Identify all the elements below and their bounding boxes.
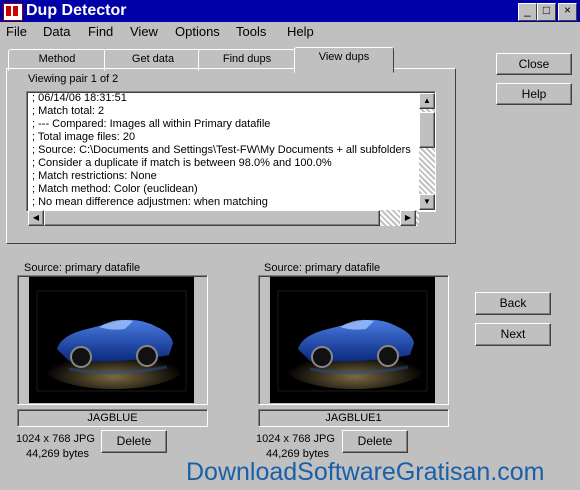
- log-line: ; Match restrictions: None: [32, 170, 157, 182]
- help-button[interactable]: Help: [496, 83, 572, 105]
- log-line: ; Match method: Color (euclidean): [32, 183, 198, 195]
- close-button[interactable]: Close: [496, 53, 572, 75]
- menu-help[interactable]: Help: [287, 24, 314, 39]
- next-button[interactable]: Next: [475, 323, 551, 346]
- tab-view-dups[interactable]: View dups: [294, 47, 394, 73]
- log-line: ; 06/14/06 18:31:51: [32, 92, 127, 104]
- minimize-button[interactable]: _: [518, 3, 537, 21]
- left-delete-button[interactable]: Delete: [101, 430, 167, 453]
- log-line: ; Source: C:\Documents and Settings\Test…: [32, 144, 411, 156]
- back-button[interactable]: Back: [475, 292, 551, 315]
- log-line: ; Consider a duplicate if match is betwe…: [32, 157, 332, 169]
- menu-file[interactable]: File: [6, 24, 27, 39]
- car-image-icon: [270, 277, 435, 403]
- app-icon: [3, 3, 23, 21]
- close-window-button[interactable]: ×: [558, 3, 577, 21]
- right-source-label: Source: primary datafile: [264, 262, 381, 274]
- right-delete-button[interactable]: Delete: [342, 430, 408, 453]
- left-filename-field: JAGBLUE: [17, 409, 208, 427]
- menu-find[interactable]: Find: [88, 24, 113, 39]
- right-duplicate-image[interactable]: [270, 277, 435, 403]
- menu-options[interactable]: Options: [175, 24, 220, 39]
- menu-bar: File Data Find View Options Tools Help: [0, 22, 580, 42]
- left-duplicate-image[interactable]: [29, 277, 194, 403]
- horizontal-scroll-thumb[interactable]: [44, 210, 380, 226]
- match-log-textarea[interactable]: ; 06/14/06 18:31:51 ; Match total: 2 ; -…: [26, 91, 436, 212]
- left-dimensions: 1024 x 768 JPG: [16, 433, 95, 445]
- right-filename-field: JAGBLUE1: [258, 409, 449, 427]
- scroll-down-arrow-icon[interactable]: ▼: [419, 194, 435, 210]
- log-line: ; --- Compared: Images all within Primar…: [32, 118, 271, 130]
- car-image-icon: [29, 277, 194, 403]
- right-dimensions: 1024 x 768 JPG: [256, 433, 335, 445]
- scroll-left-arrow-icon[interactable]: ◀: [28, 210, 44, 226]
- scroll-right-arrow-icon[interactable]: ▶: [400, 210, 416, 226]
- scroll-up-arrow-icon[interactable]: ▲: [419, 93, 435, 109]
- left-filesize: 44,269 bytes: [26, 448, 89, 460]
- watermark: DownloadSoftwareGratisan.com: [186, 458, 545, 486]
- menu-tools[interactable]: Tools: [236, 24, 266, 39]
- vertical-scrollbar[interactable]: [419, 93, 435, 210]
- window-title: Dup Detector: [26, 2, 127, 19]
- viewing-pair-label: Viewing pair 1 of 2: [28, 73, 119, 85]
- vertical-scroll-thumb[interactable]: [419, 112, 435, 148]
- left-source-label: Source: primary datafile: [24, 262, 141, 274]
- log-line: ; Total image files: 20: [32, 131, 136, 143]
- maximize-button[interactable]: □: [537, 3, 556, 21]
- log-line: ; No mean difference adjustmen: when mat…: [32, 196, 268, 208]
- log-line: ; Match total: 2: [32, 105, 105, 117]
- title-bar: Dup Detector _ □ ×: [0, 0, 580, 22]
- menu-data[interactable]: Data: [43, 24, 70, 39]
- menu-view[interactable]: View: [130, 24, 158, 39]
